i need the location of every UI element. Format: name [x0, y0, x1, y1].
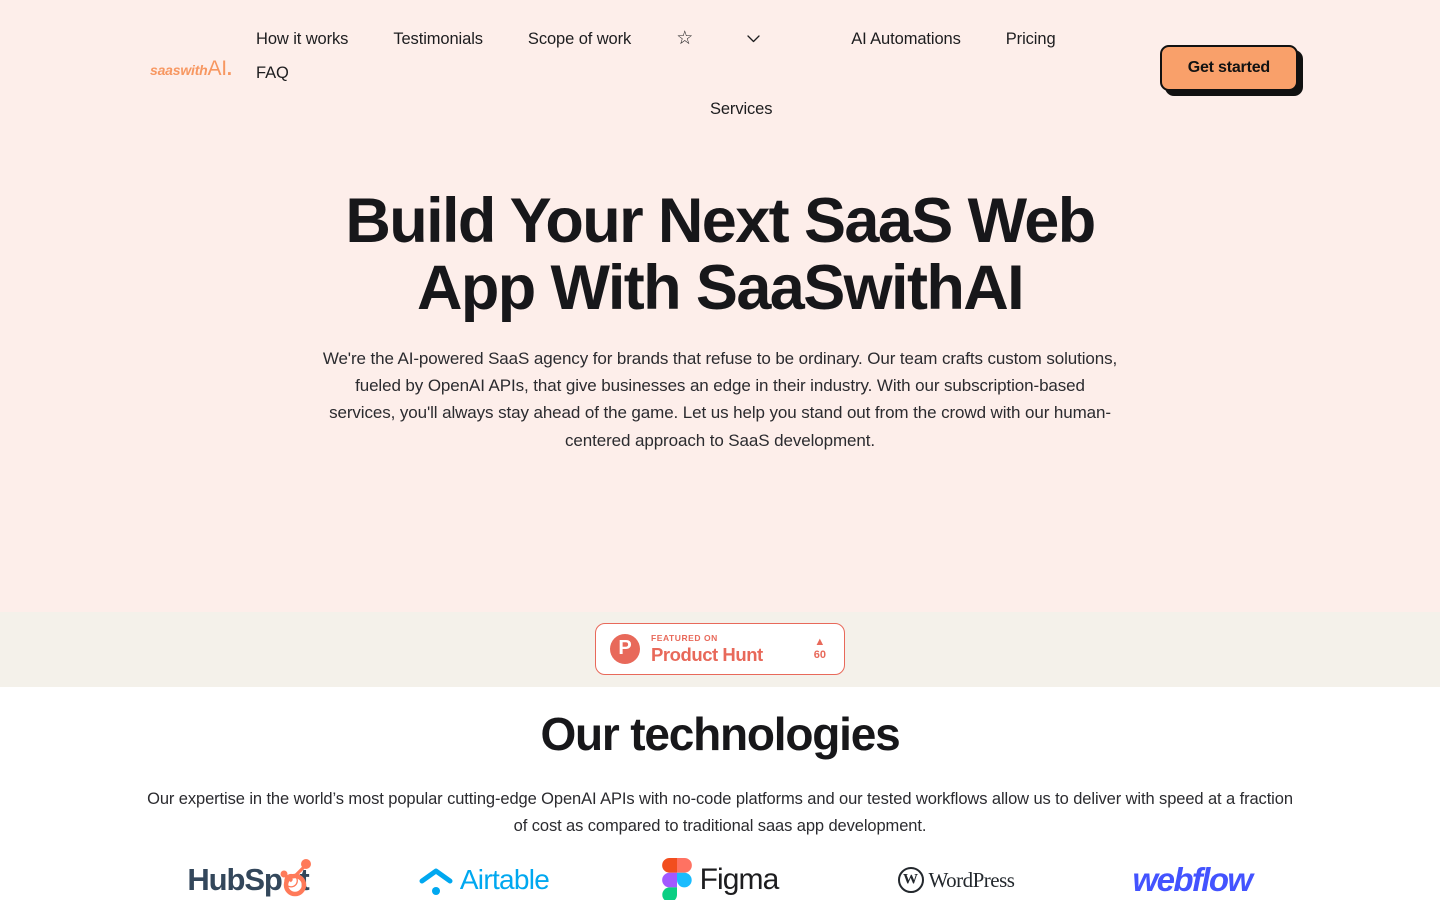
airtable-logo-text: Airtable [459, 864, 550, 895]
product-hunt-name: Product Hunt [651, 644, 763, 665]
product-hunt-text: FEATURED ON Product Hunt [651, 633, 814, 665]
nav-item-testimonials[interactable]: Testimonials [393, 22, 483, 56]
upvote-count: 60 [813, 649, 826, 661]
product-hunt-icon: P [610, 634, 640, 664]
upvote-triangle-icon: ▲ [814, 636, 826, 648]
logo-cell-hubspot: HubSp ○ t [130, 858, 366, 900]
wordpress-mark-icon [897, 867, 924, 893]
nav-item-ai-automations[interactable]: AI Automations [851, 22, 961, 56]
figma-logo: Figma [661, 858, 780, 900]
hubspot-logo-text: HubSp [187, 862, 282, 897]
landing-page: saaswithAI. How it works Testimonials Sc… [0, 0, 1440, 900]
hero-title-line-2: App With SaaSwithAI [416, 253, 1025, 324]
brand-logo-dot: . [226, 59, 232, 80]
brand-logo-ai: AI [207, 57, 228, 80]
nav-item-faq[interactable]: FAQ [256, 56, 289, 90]
page-title: Build Your Next SaaS Web App With SaaSwi… [0, 186, 1440, 324]
get-started-button[interactable]: Get started [1159, 45, 1298, 92]
hubspot-sprocket-icon [280, 859, 312, 897]
webflow-logo-text: webflow [1132, 861, 1254, 898]
nav-item-how-it-works[interactable]: How it works [256, 22, 348, 56]
technology-logo-strip: HubSp ○ t Airtable Figma W WordPress web… [130, 858, 1310, 900]
nav-item-scope-of-work[interactable]: Scope of work [528, 22, 631, 56]
get-started-button-wrap: Get started [1159, 45, 1298, 92]
chevron-down-icon [747, 22, 760, 47]
brand-logo[interactable]: saaswithAI. [150, 58, 232, 79]
hero-subtitle: We're the AI-powered SaaS agency for bra… [322, 349, 1118, 450]
wordpress-logo: WordPress [897, 867, 1015, 893]
figma-logo-text: Figma [699, 863, 780, 896]
webflow-logo: webflow [1132, 861, 1254, 898]
product-hunt-featured-label: FEATURED ON [651, 633, 718, 643]
wordpress-logo-text: WordPress [928, 868, 1015, 892]
product-hunt-badge[interactable]: P FEATURED ON Product Hunt ▲ 60 [595, 623, 845, 675]
technologies-description: Our expertise in the world’s most popula… [147, 790, 1293, 835]
hubspot-logo: HubSp ○ t [187, 859, 312, 897]
hero-title-line-1: Build Your Next SaaS Web [345, 186, 1096, 256]
technologies-title: Our technologies [540, 708, 900, 760]
nav-item-pricing[interactable]: Pricing [1006, 22, 1056, 56]
nav-item-services-dropdown[interactable]: ☆ Services [676, 22, 806, 118]
airtable-mark-icon [419, 868, 453, 895]
logo-cell-airtable: Airtable [366, 858, 602, 900]
logo-cell-webflow: webflow [1074, 858, 1310, 900]
logo-cell-wordpress: WordPress [838, 858, 1074, 900]
nav-item-services-label: Services [709, 100, 773, 118]
star-icon: ☆ [676, 28, 694, 49]
airtable-logo: Airtable [419, 864, 550, 896]
logo-cell-figma: Figma [602, 858, 838, 900]
brand-logo-saaswith: saaswith [150, 62, 208, 78]
nav-links: How it works Testimonials Scope of work … [256, 22, 1116, 118]
figma-mark-icon [661, 858, 692, 900]
product-hunt-upvote[interactable]: ▲ 60 [814, 636, 830, 662]
navbar: saaswithAI. How it works Testimonials Sc… [0, 0, 1440, 140]
